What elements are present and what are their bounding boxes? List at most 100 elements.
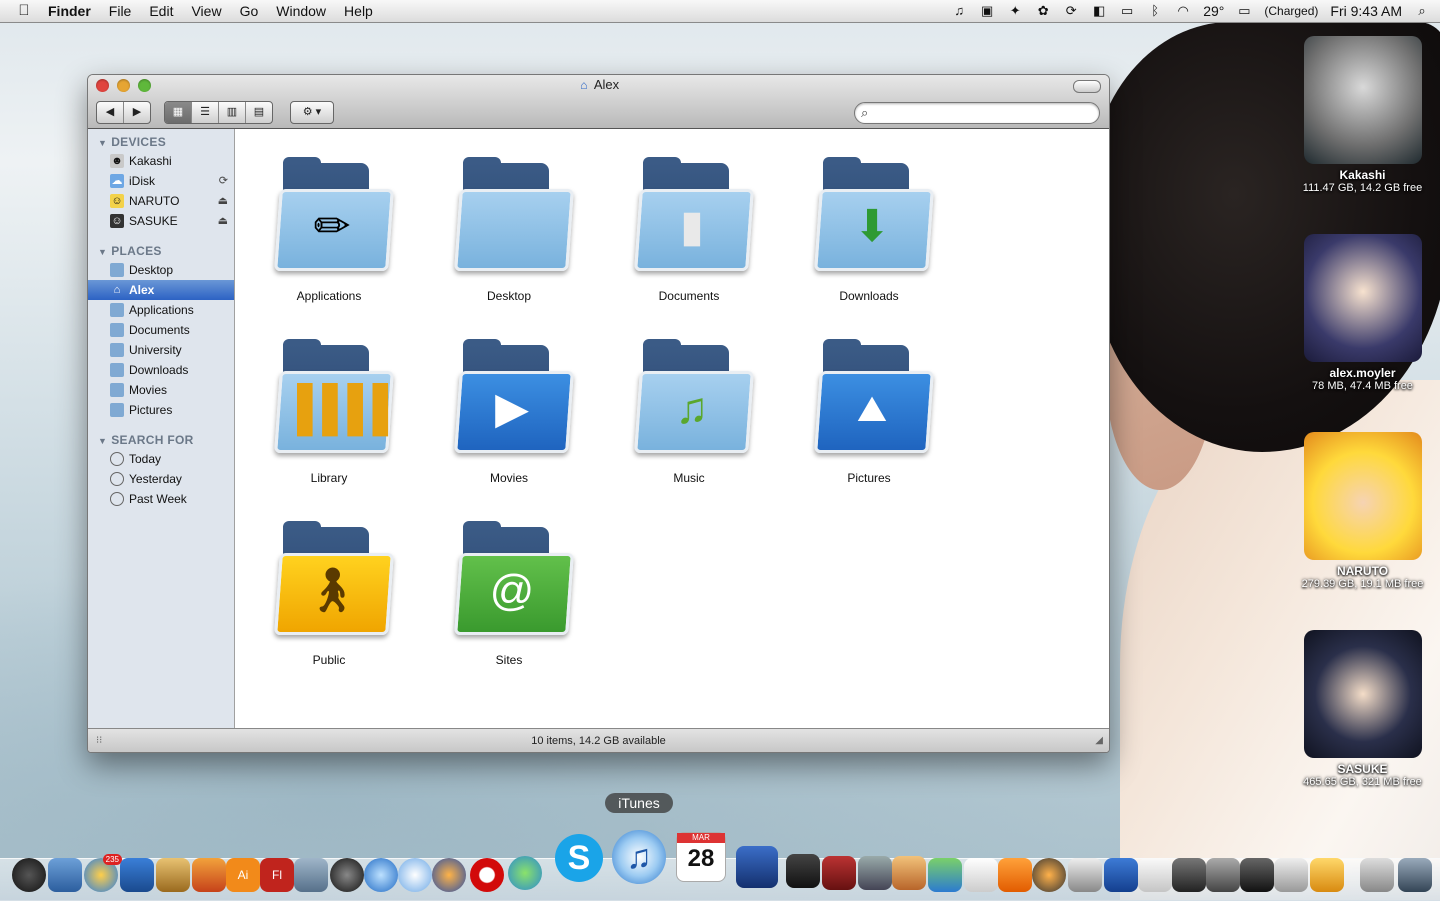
- preview-icon[interactable]: [48, 858, 82, 892]
- trash-icon[interactable]: [1398, 858, 1432, 892]
- sidebar-item-naruto[interactable]: ☺ NARUTO ⏏: [88, 191, 234, 211]
- documents-stack-icon[interactable]: [1360, 858, 1394, 892]
- sidebar-item-today[interactable]: Today: [88, 449, 234, 469]
- downloads-stack-icon[interactable]: [1310, 858, 1344, 892]
- sidebar-item-documents[interactable]: Documents: [88, 320, 234, 340]
- dashboard-icon[interactable]: [12, 858, 46, 892]
- menu-app-name[interactable]: Finder: [48, 3, 91, 19]
- apple-icon[interactable]: : [14, 3, 34, 19]
- folder-item-music[interactable]: ♫ Music: [599, 337, 779, 507]
- itunes-icon[interactable]: ♫: [612, 830, 666, 884]
- adobe-illustrator-icon[interactable]: Ai: [226, 858, 260, 892]
- back-button[interactable]: ◀: [97, 102, 124, 123]
- illustrator-folder-icon[interactable]: [192, 858, 226, 892]
- bluetooth-icon[interactable]: ᛒ: [1147, 4, 1163, 18]
- folder-item-documents[interactable]: ▮ Documents: [599, 155, 779, 325]
- script-editor-icon[interactable]: [858, 856, 892, 890]
- image-capture-icon[interactable]: [294, 858, 328, 892]
- clipboard-icon[interactable]: ▣: [979, 4, 995, 18]
- toolbar-toggle-button[interactable]: [1073, 80, 1101, 93]
- mail-icon[interactable]: 235: [84, 854, 122, 892]
- icon-view-button[interactable]: ▦: [165, 102, 192, 123]
- battery-status[interactable]: (Charged): [1264, 4, 1318, 18]
- photos-icon[interactable]: [156, 858, 190, 892]
- address-book-icon[interactable]: [1138, 858, 1172, 892]
- safari-icon[interactable]: [364, 858, 398, 892]
- desktop-drive-alex-moyler[interactable]: alex.moyler 78 MB, 47.4 MB free: [1290, 234, 1435, 392]
- adobe-flash-icon[interactable]: Fl: [260, 858, 294, 892]
- xcode-icon[interactable]: [120, 858, 154, 892]
- sidebar-item-alex[interactable]: ⌂ Alex: [88, 280, 234, 300]
- final-cut-icon[interactable]: [786, 854, 820, 888]
- sidebar-item-sasuke[interactable]: ☺ SASUKE ⏏: [88, 211, 234, 231]
- search-input[interactable]: [877, 105, 1091, 121]
- music-note-icon[interactable]: ♫: [951, 4, 967, 18]
- sidebar-heading-devices[interactable]: ▼ DEVICES: [98, 135, 166, 149]
- sidebar-item-desktop[interactable]: Desktop: [88, 260, 234, 280]
- battery-icon[interactable]: ▭: [1236, 4, 1252, 18]
- clapboard-icon[interactable]: [1240, 858, 1274, 892]
- folder-item-pictures[interactable]: ⛰ Pictures: [779, 337, 959, 507]
- forward-button[interactable]: ▶: [124, 102, 150, 123]
- sidebar-item-downloads[interactable]: Downloads: [88, 360, 234, 380]
- imovie-icon[interactable]: [736, 846, 778, 888]
- menu-go[interactable]: Go: [240, 3, 259, 19]
- skype-icon[interactable]: S: [555, 834, 603, 882]
- sync-icon[interactable]: ⟳: [1063, 4, 1079, 18]
- coverflow-view-button[interactable]: ▤: [246, 102, 272, 123]
- action-gear-button[interactable]: ⚙ ▾: [291, 102, 333, 123]
- utilities-icon[interactable]: [1274, 858, 1308, 892]
- desktop-drive-kakashi[interactable]: Kakashi 111.47 GB, 14.2 GB free: [1290, 36, 1435, 194]
- menu-file[interactable]: File: [109, 3, 132, 19]
- list-view-button[interactable]: ☰: [192, 102, 219, 123]
- photo-booth-icon[interactable]: [330, 858, 364, 892]
- search-field[interactable]: ⌕: [854, 102, 1100, 124]
- sidebar-item-applications[interactable]: Applications: [88, 300, 234, 320]
- firefox-icon[interactable]: [432, 858, 466, 892]
- menu-view[interactable]: View: [191, 3, 221, 19]
- pages-icon[interactable]: [964, 858, 998, 892]
- menu-clock[interactable]: Fri 9:43 AM: [1330, 3, 1402, 19]
- eject-icon[interactable]: ⏏: [218, 211, 228, 231]
- sync-icon[interactable]: ⟳: [219, 171, 228, 191]
- column-view-button[interactable]: ▥: [219, 102, 246, 123]
- display-icon[interactable]: ▭: [1119, 4, 1135, 18]
- desktop-drive-sasuke[interactable]: SASUKE 465.65 GB, 321 MB free: [1290, 630, 1435, 788]
- bomb-app-icon[interactable]: [1068, 858, 1102, 892]
- eject-icon[interactable]: ⏏: [218, 191, 228, 211]
- resize-grip-icon[interactable]: ◢: [1095, 729, 1103, 752]
- sidebar-item-university[interactable]: University: [88, 340, 234, 360]
- garageband-icon[interactable]: [822, 856, 856, 890]
- sidebar-resize-icon[interactable]: ⁝⁝: [96, 729, 102, 752]
- wifi-icon[interactable]: ◠: [1175, 4, 1191, 18]
- compass-app-icon[interactable]: [398, 858, 432, 892]
- sidebar-heading-places[interactable]: ▼ PLACES: [98, 244, 162, 258]
- folder-item-applications[interactable]: ✏ Applications: [239, 155, 419, 325]
- folder-item-downloads[interactable]: ⬇ Downloads: [779, 155, 959, 325]
- folder-item-library[interactable]: ▌▌▌▌ Library: [239, 337, 419, 507]
- sidebar-heading-search-for[interactable]: ▼ SEARCH FOR: [98, 433, 194, 447]
- microphone-icon[interactable]: [1172, 858, 1206, 892]
- sidebar-item-past-week[interactable]: Past Week: [88, 489, 234, 509]
- folder-item-public[interactable]: 🚶︎ Public: [239, 519, 419, 689]
- things-icon[interactable]: [1104, 858, 1138, 892]
- temperature-readout[interactable]: 29°: [1203, 3, 1224, 19]
- menu-edit[interactable]: Edit: [149, 3, 173, 19]
- paw-icon[interactable]: ✿: [1035, 4, 1051, 18]
- sidebar-item-pictures[interactable]: Pictures: [88, 400, 234, 420]
- folder-item-desktop[interactable]: Desktop: [419, 155, 599, 325]
- search-icon[interactable]: ⌕: [1414, 4, 1430, 18]
- sidebar-item-movies[interactable]: Movies: [88, 380, 234, 400]
- menu-help[interactable]: Help: [344, 3, 373, 19]
- folder-item-movies[interactable]: ▶ Movies: [419, 337, 599, 507]
- opera-icon[interactable]: [470, 858, 504, 892]
- numbers-icon[interactable]: [928, 858, 962, 892]
- keynote-icon[interactable]: [892, 856, 926, 890]
- sidebar-item-kakashi[interactable]: ☻ Kakashi: [88, 151, 234, 171]
- sidebar-item-idisk[interactable]: ☁ iDisk ⟳: [88, 171, 234, 191]
- adium-icon[interactable]: [1032, 858, 1066, 892]
- bird-icon[interactable]: ✦: [1007, 4, 1023, 18]
- messenger-icon[interactable]: [508, 856, 542, 890]
- folder-item-sites[interactable]: @ Sites: [419, 519, 599, 689]
- vlc-icon[interactable]: [998, 858, 1032, 892]
